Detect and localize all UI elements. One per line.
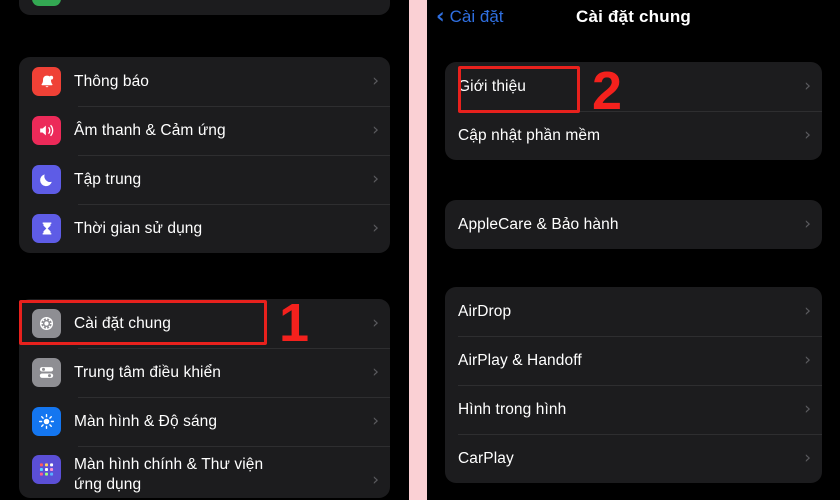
notifications-icon bbox=[32, 67, 61, 96]
list-item-picture-in-picture[interactable]: Hình trong hình › bbox=[445, 385, 822, 434]
sidebar-item-notifications[interactable]: Thông báo › bbox=[19, 57, 390, 106]
chevron-right-icon: › bbox=[372, 411, 379, 431]
chevron-right-icon: › bbox=[372, 313, 379, 333]
sidebar-item-focus[interactable]: Tập trung › bbox=[19, 155, 390, 204]
annotation-number-1: 1 bbox=[279, 293, 310, 353]
chevron-right-icon: › bbox=[804, 125, 811, 145]
sidebar-item-label: Thông báo bbox=[74, 72, 150, 90]
navigation-bar: ‹ Cài đặt Cài đặt chung bbox=[427, 0, 840, 41]
list-item-software-update[interactable]: Cập nhật phần mềm › bbox=[445, 111, 822, 160]
chevron-right-icon: › bbox=[372, 169, 379, 189]
settings-list-panel: Điểm truy cập cá nhân Tắt › Thông báo › bbox=[0, 0, 409, 500]
sidebar-item-display-brightness[interactable]: Màn hình & Độ sáng › bbox=[19, 397, 390, 446]
chevron-right-icon: › bbox=[804, 214, 811, 234]
list-item-applecare-warranty[interactable]: AppleCare & Bảo hành › bbox=[445, 200, 822, 249]
general-card-connectivity-group: AirDrop › AirPlay & Handoff › Hình trong… bbox=[445, 287, 822, 483]
sidebar-item-label: Màn hình chính & Thư viện ứng dụng bbox=[74, 456, 264, 493]
sidebar-item-sounds-haptics[interactable]: Âm thanh & Cảm ứng › bbox=[19, 106, 390, 155]
panel-divider bbox=[409, 0, 427, 500]
chevron-right-icon: › bbox=[804, 350, 811, 370]
sidebar-item-home-screen-app-library[interactable]: Màn hình chính & Thư viện ứng dụng › bbox=[19, 446, 390, 498]
general-card-about-group: Giới thiệu › Cập nhật phần mềm › bbox=[445, 62, 822, 160]
list-item-label: CarPlay bbox=[458, 449, 514, 467]
page-title: Cài đặt chung bbox=[576, 7, 691, 26]
clipped-card-top: Điểm truy cập cá nhân Tắt › bbox=[19, 0, 390, 15]
chevron-right-icon: › bbox=[804, 399, 811, 419]
home-screen-icon bbox=[32, 455, 61, 484]
sidebar-item-label: Thời gian sử dụng bbox=[74, 219, 203, 237]
sounds-icon bbox=[32, 116, 61, 145]
list-item-label: AirPlay & Handoff bbox=[458, 351, 582, 369]
focus-moon-icon bbox=[32, 165, 61, 194]
sidebar-item-label: Tập trung bbox=[74, 170, 142, 188]
chevron-right-icon: › bbox=[372, 71, 379, 91]
chevron-right-icon: › bbox=[804, 76, 811, 96]
hotspot-icon bbox=[32, 0, 61, 6]
gear-icon bbox=[32, 309, 61, 338]
list-item-label: AppleCare & Bảo hành bbox=[458, 215, 619, 233]
control-center-icon bbox=[32, 358, 61, 387]
display-brightness-icon bbox=[32, 407, 61, 436]
annotation-number-2: 2 bbox=[592, 61, 623, 121]
sidebar-item-label: Âm thanh & Cảm ứng bbox=[74, 121, 226, 139]
settings-card-notifications-group: Thông báo › Âm thanh & Cảm ứng › Tập tru… bbox=[19, 57, 390, 253]
chevron-right-icon: › bbox=[372, 218, 379, 238]
list-item-label: Hình trong hình bbox=[458, 400, 567, 418]
list-item[interactable]: Điểm truy cập cá nhân Tắt › bbox=[19, 0, 390, 15]
list-item-label: AirDrop bbox=[458, 302, 512, 320]
general-settings-panel: ‹ Cài đặt Cài đặt chung Giới thiệu › Cập… bbox=[427, 0, 840, 500]
chevron-right-icon: › bbox=[372, 120, 379, 140]
sidebar-item-label: Trung tâm điều khiển bbox=[74, 363, 222, 381]
screen-time-icon bbox=[32, 214, 61, 243]
screenshot-root: Điểm truy cập cá nhân Tắt › Thông báo › bbox=[0, 0, 840, 500]
sidebar-item-label: Màn hình & Độ sáng bbox=[74, 412, 218, 430]
sidebar-item-control-center[interactable]: Trung tâm điều khiển › bbox=[19, 348, 390, 397]
list-item-airplay-handoff[interactable]: AirPlay & Handoff › bbox=[445, 336, 822, 385]
sidebar-item-screen-time[interactable]: Thời gian sử dụng › bbox=[19, 204, 390, 253]
list-item-carplay[interactable]: CarPlay › bbox=[445, 434, 822, 483]
list-item-label: Giới thiệu bbox=[458, 77, 527, 95]
settings-card-general-group: Cài đặt chung › Trung tâm điều khiển › M… bbox=[19, 299, 390, 498]
list-item-label: Cập nhật phần mềm bbox=[458, 126, 601, 144]
sidebar-item-label: Cài đặt chung bbox=[74, 314, 171, 332]
list-item-airdrop[interactable]: AirDrop › bbox=[445, 287, 822, 336]
sidebar-item-general[interactable]: Cài đặt chung › bbox=[19, 299, 390, 348]
list-item-about[interactable]: Giới thiệu › bbox=[445, 62, 822, 111]
chevron-right-icon: › bbox=[804, 301, 811, 321]
general-card-applecare-group: AppleCare & Bảo hành › bbox=[445, 200, 822, 249]
list-item-label: Điểm truy cập cá nhân bbox=[74, 0, 339, 1]
chevron-right-icon: › bbox=[372, 470, 379, 490]
chevron-right-icon: › bbox=[804, 448, 811, 468]
chevron-right-icon: › bbox=[372, 362, 379, 382]
